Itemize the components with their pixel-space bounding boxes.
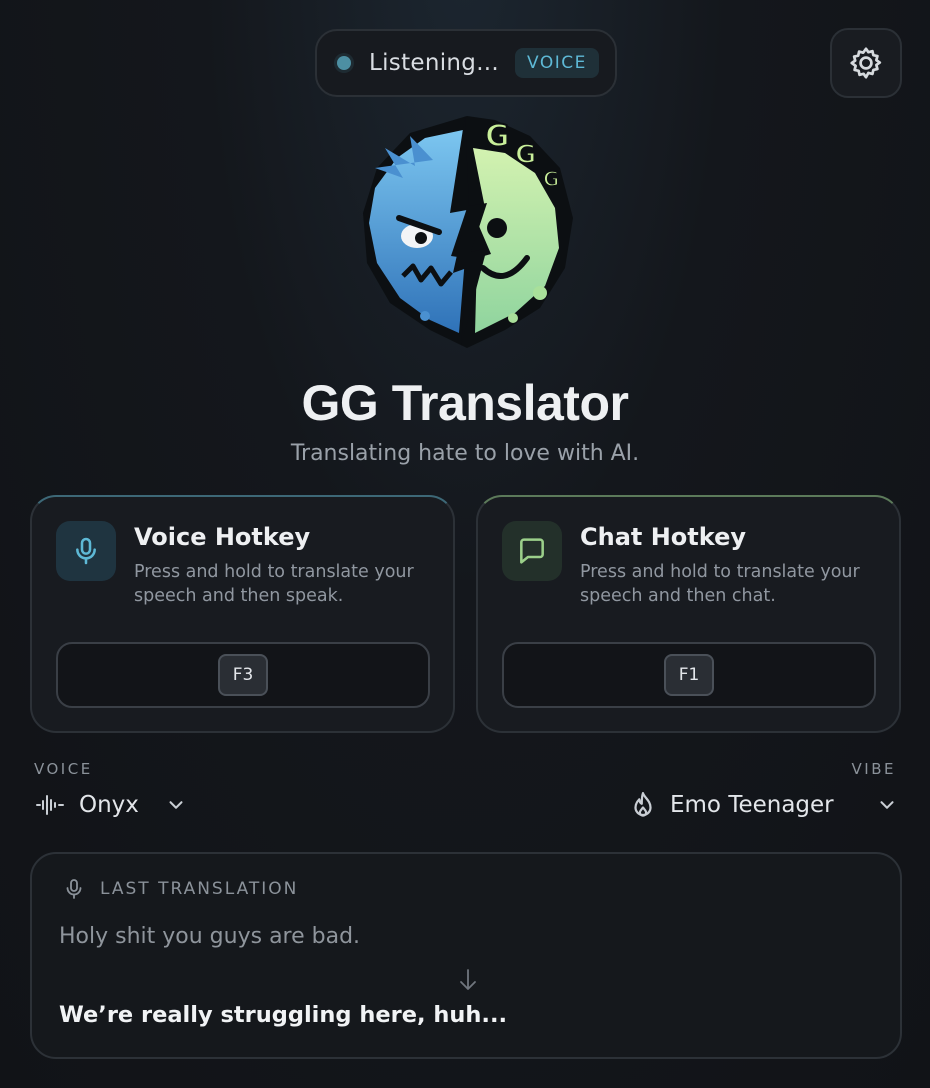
- waveform-icon: [36, 795, 64, 815]
- chat-card-icon-box: [502, 521, 562, 581]
- flame-icon: [634, 792, 652, 817]
- last-translation-card: LAST TRANSLATION Holy shit you guys are …: [30, 852, 902, 1059]
- status-dot: [337, 56, 351, 70]
- voice-hotkey-keycap: F3: [218, 654, 268, 696]
- chevron-down-icon: [880, 801, 894, 809]
- svg-text:G: G: [543, 167, 559, 191]
- app-logo: G G G: [363, 116, 573, 348]
- last-translation-header: LAST TRANSLATION: [62, 876, 298, 902]
- vibe-select[interactable]: Emo Teenager: [628, 785, 898, 825]
- gear-icon: [850, 47, 882, 79]
- arrow-down-icon: [460, 969, 476, 990]
- status-indicator: Listening... VOICE: [315, 29, 617, 97]
- chat-hotkey-field[interactable]: F1: [502, 642, 876, 708]
- vibe-select-label: VIBE: [851, 760, 896, 778]
- chevron-down-icon: [169, 801, 183, 809]
- original-text: Holy shit you guys are bad.: [59, 924, 361, 949]
- status-text: Listening...: [369, 50, 500, 76]
- mode-badge: VOICE: [515, 48, 599, 78]
- chat-hotkey-keycap: F1: [664, 654, 714, 696]
- chat-hotkey-description: Press and hold to translate your speech …: [580, 562, 860, 606]
- voice-select-value: Onyx: [79, 792, 139, 818]
- last-translation-label: LAST TRANSLATION: [100, 879, 299, 899]
- settings-button[interactable]: [830, 28, 902, 98]
- voice-select-label: VOICE: [34, 760, 93, 778]
- microphone-icon: [66, 879, 82, 899]
- svg-text:G: G: [485, 119, 510, 154]
- voice-hotkey-field[interactable]: F3: [56, 642, 430, 708]
- voice-hotkey-title: Voice Hotkey: [134, 523, 311, 551]
- voice-select[interactable]: Onyx: [35, 785, 187, 825]
- voice-hotkey-description: Press and hold to translate your speech …: [134, 562, 414, 606]
- chat-hotkey-title: Chat Hotkey: [580, 523, 747, 551]
- app-subtitle: Translating hate to love with AI.: [290, 441, 640, 466]
- svg-text:G: G: [515, 140, 536, 170]
- microphone-icon: [76, 537, 96, 565]
- voice-hotkey-card: Voice Hotkey Press and hold to translate…: [30, 495, 455, 733]
- voice-card-icon-box: [56, 521, 116, 581]
- translated-text: We’re really struggling here, huh...: [59, 1002, 508, 1028]
- chat-hotkey-card: Chat Hotkey Press and hold to translate …: [476, 495, 901, 733]
- chat-bubble-icon: [520, 538, 544, 564]
- app-title: GG Translator: [301, 375, 629, 431]
- vibe-select-value: Emo Teenager: [670, 792, 834, 818]
